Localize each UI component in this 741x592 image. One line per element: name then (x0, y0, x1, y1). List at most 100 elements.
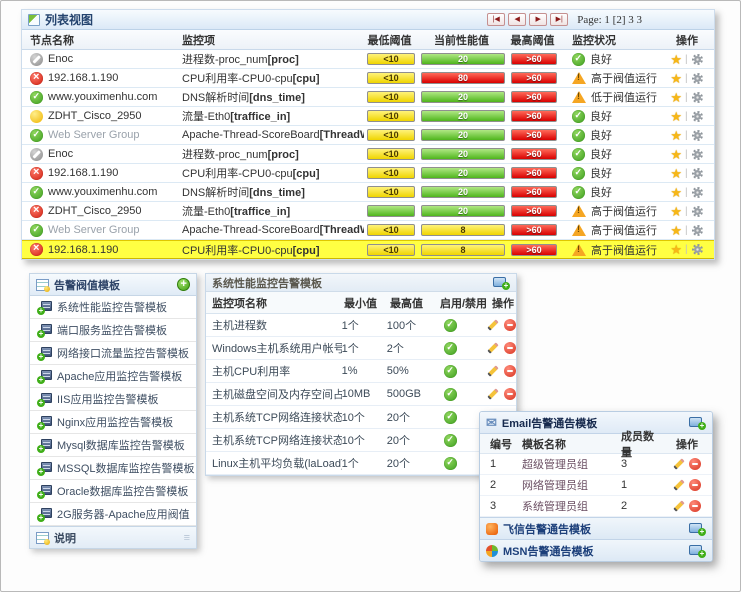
description-bar[interactable]: 说明 ≡ (30, 526, 196, 548)
add-fetion-template-icon[interactable]: + (689, 522, 706, 536)
enabled-icon[interactable] (444, 411, 457, 424)
favorite-star-icon[interactable]: ★ (670, 186, 682, 199)
settings-gear-icon[interactable] (692, 92, 703, 103)
edit-icon[interactable] (487, 319, 498, 330)
enabled-icon[interactable] (444, 388, 457, 401)
favorite-star-icon[interactable]: ★ (670, 110, 682, 123)
sidebar-item-template[interactable]: +Apache应用监控告警模板 (30, 365, 196, 388)
delete-icon[interactable] (504, 319, 516, 331)
favorite-star-icon[interactable]: ★ (670, 91, 682, 104)
ops-divider: | (685, 206, 688, 217)
msn-template-bar[interactable]: MSN告警通告模板 + (480, 539, 712, 561)
favorite-star-icon[interactable]: ★ (670, 53, 682, 66)
next-page-button[interactable]: ▶ (529, 13, 547, 26)
add-msn-template-icon[interactable]: + (689, 544, 706, 558)
last-page-button[interactable]: ▶| (550, 13, 568, 26)
max-threshold-bar: >60 (511, 53, 557, 65)
enabled-icon[interactable] (444, 319, 457, 332)
table-row[interactable]: 主机CPU利用率1%50% (206, 360, 516, 383)
delete-icon[interactable] (504, 365, 516, 377)
edit-icon[interactable] (673, 458, 684, 469)
server-plus-icon: + (38, 393, 52, 406)
settings-gear-icon[interactable] (692, 149, 703, 160)
fetion-template-bar[interactable]: 飞信告警通告模板 + (480, 517, 712, 539)
prev-page-button[interactable]: ◀ (508, 13, 526, 26)
table-row[interactable]: www.youximenhu.comDNS解析时间[dns_time]<1020… (22, 88, 714, 107)
enabled-icon[interactable] (444, 365, 457, 378)
first-page-button[interactable]: |◀ (487, 13, 505, 26)
favorite-star-icon[interactable]: ★ (670, 224, 682, 237)
server-plus-icon: + (38, 462, 52, 475)
edit-icon[interactable] (673, 500, 684, 511)
node-status-error-icon (30, 243, 43, 256)
delete-icon[interactable] (504, 388, 516, 400)
favorite-star-icon[interactable]: ★ (670, 243, 682, 256)
table-row[interactable]: Enoc进程数-proc_num[proc]<1020>60良好★| (22, 50, 714, 69)
settings-gear-icon[interactable] (692, 244, 703, 255)
enabled-icon[interactable] (444, 342, 457, 355)
delete-icon[interactable] (689, 500, 701, 512)
monitor-item-name: 主机CPU利用率 (206, 363, 342, 379)
sidebar-item-template[interactable]: +IIS应用监控告警模板 (30, 388, 196, 411)
edit-icon[interactable] (673, 479, 684, 490)
table-row[interactable]: Linux主机平均负载(laLoad)1个20个 (206, 452, 516, 475)
table-row[interactable]: 主机进程数1个100个 (206, 314, 516, 337)
min-threshold-bar (367, 205, 415, 217)
sidebar-item-template[interactable]: +Nginx应用监控告警模板 (30, 411, 196, 434)
sidebar-item-template[interactable]: +MSSQL数据库监控告警模板 (30, 457, 196, 480)
table-row[interactable]: 192.168.1.190CPU利用率-CPU0-cpu[cpu]<108>60… (22, 240, 714, 259)
table-row[interactable]: ZDHT_Cisco_2950流量-Eth0[traffice_in]<1020… (22, 107, 714, 126)
table-row[interactable]: ZDHT_Cisco_2950流量-Eth0[traffice_in]20>60… (22, 202, 714, 221)
sidebar-item-template[interactable]: +Mysql数据库监控告警模板 (30, 434, 196, 457)
table-row[interactable]: Enoc进程数-proc_num[proc]<1020>60良好★| (22, 145, 714, 164)
settings-gear-icon[interactable] (692, 130, 703, 141)
sidebar-item-template[interactable]: +端口服务监控告警模板 (30, 319, 196, 342)
table-row[interactable]: 2网络管理员组1 (480, 475, 712, 496)
settings-gear-icon[interactable] (692, 54, 703, 65)
settings-gear-icon[interactable] (692, 168, 703, 179)
table-row[interactable]: 主机系统TCP网络连接状态10个20个 (206, 406, 516, 429)
sidebar-item-template[interactable]: +系统性能监控告警模板 (30, 296, 196, 319)
table-row[interactable]: 192.168.1.190CPU利用率-CPU0-cpu[cpu]<1080>6… (22, 69, 714, 88)
table-row[interactable]: Web Server GroupApache-Thread-ScoreBoard… (22, 221, 714, 240)
sidebar-item-template[interactable]: +2G服务器-Apache应用阀值 (30, 503, 196, 526)
enabled-icon[interactable] (444, 457, 457, 470)
settings-gear-icon[interactable] (692, 111, 703, 122)
favorite-star-icon[interactable]: ★ (670, 167, 682, 180)
table-row[interactable]: 主机系统TCP网络连接状态10个20个 (206, 429, 516, 452)
settings-gear-icon[interactable] (692, 206, 703, 217)
table-row[interactable]: 192.168.1.190CPU利用率-CPU0-cpu[cpu]<1020>6… (22, 164, 714, 183)
favorite-star-icon[interactable]: ★ (670, 72, 682, 85)
table-row[interactable]: 3系统管理员组2 (480, 496, 712, 517)
table-row[interactable]: Web Server GroupApache-Thread-ScoreBoard… (22, 126, 714, 145)
add-monitor-item-icon[interactable]: + (493, 276, 510, 290)
favorite-star-icon[interactable]: ★ (670, 129, 682, 142)
email-column-header-0: 编号 (480, 436, 522, 452)
node-status-error-icon (30, 205, 43, 218)
table-row[interactable]: 1超级管理员组3 (480, 454, 712, 475)
table-row[interactable]: www.youximenhu.comDNS解析时间[dns_time]<1020… (22, 183, 714, 202)
edit-icon[interactable] (487, 365, 498, 376)
favorite-star-icon[interactable]: ★ (670, 205, 682, 218)
edit-icon[interactable] (487, 388, 498, 399)
add-email-template-icon[interactable]: + (689, 416, 706, 430)
template-form-icon (36, 279, 49, 291)
sidebar-item-template[interactable]: +网络接口流量监控告警模板 (30, 342, 196, 365)
sidebar-item-template[interactable]: +Oracle数据库监控告警模板 (30, 480, 196, 503)
settings-gear-icon[interactable] (692, 73, 703, 84)
monitor-label: CPU利用率-CPU0-cpu (182, 245, 293, 257)
favorite-star-icon[interactable]: ★ (670, 148, 682, 161)
table-row[interactable]: Windows主机系统用户帐号总数1个2个 (206, 337, 516, 360)
delete-icon[interactable] (689, 458, 701, 470)
add-template-button[interactable] (177, 278, 190, 291)
edit-icon[interactable] (487, 342, 498, 353)
page-numbers[interactable]: 1 [2] 3 3 (604, 14, 642, 26)
settings-gear-icon[interactable] (692, 187, 703, 198)
monitor-label: Apache-Thread-ScoreBoard (182, 129, 320, 141)
delete-icon[interactable] (504, 342, 516, 354)
enabled-icon[interactable] (444, 434, 457, 447)
delete-icon[interactable] (689, 479, 701, 491)
settings-gear-icon[interactable] (692, 225, 703, 236)
table-row[interactable]: 主机磁盘空间及内存空间占用10MB500GB (206, 383, 516, 406)
max-threshold-bar: >60 (511, 167, 557, 179)
